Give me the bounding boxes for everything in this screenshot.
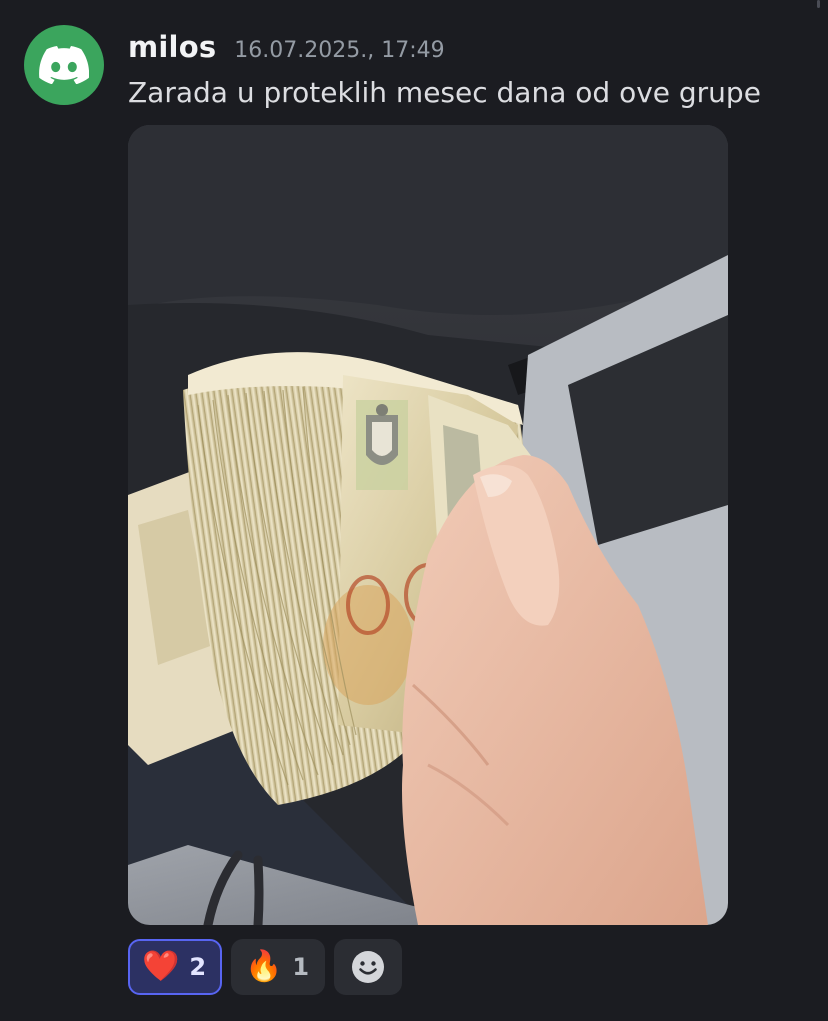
username[interactable]: milos — [128, 30, 216, 64]
reaction-fire[interactable]: 🔥 1 — [231, 939, 326, 995]
fire-icon: 🔥 — [245, 949, 283, 984]
discord-logo-icon — [39, 46, 89, 84]
reaction-count: 2 — [189, 953, 207, 981]
avatar[interactable] — [24, 25, 104, 105]
add-reaction-smiley-icon — [352, 951, 385, 983]
message-text: Zarada u proteklih mesec dana od ove gru… — [128, 76, 761, 109]
reaction-heart[interactable]: ❤️ 2 — [128, 939, 223, 995]
timestamp: 16.07.2025., 17:49 — [234, 38, 445, 63]
chat-message: milos 16.07.2025., 17:49 Zarada u protek… — [0, 0, 828, 1021]
message-header: milos 16.07.2025., 17:49 — [128, 30, 445, 64]
money-stack-photo — [128, 125, 728, 925]
reactions-bar: ❤️ 2 🔥 1 — [128, 939, 403, 995]
image-attachment[interactable] — [128, 125, 728, 925]
add-reaction-button[interactable] — [334, 939, 403, 995]
scrollbar[interactable] — [817, 0, 820, 8]
reaction-count: 1 — [292, 953, 310, 981]
heart-icon: ❤️ — [142, 949, 180, 984]
